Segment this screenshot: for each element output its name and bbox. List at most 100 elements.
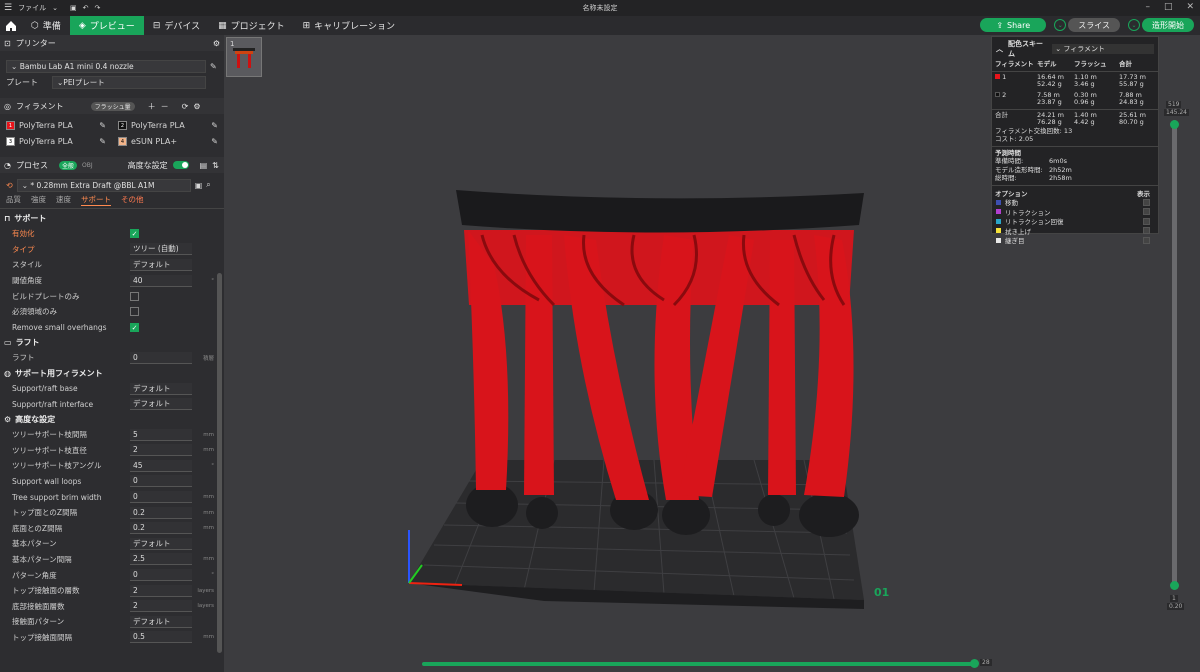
tab-project[interactable]: ▦ プロジェクト	[209, 16, 294, 35]
setting-value[interactable]: 0.2	[130, 522, 192, 535]
setting-unit: layers	[197, 603, 214, 610]
share-button[interactable]: ⇪ Share	[980, 18, 1047, 32]
move-slider-thumb[interactable]	[970, 659, 979, 668]
setting-value[interactable]: 0	[130, 351, 192, 364]
slice-button[interactable]: スライス	[1068, 18, 1120, 32]
filament-item-4[interactable]: 4 eSUN PLA+ ✎	[112, 134, 224, 150]
setting-value[interactable]: 0	[130, 475, 192, 488]
setting-value[interactable]: デフォルト	[130, 258, 192, 271]
compare-icon[interactable]: ▤	[200, 161, 208, 170]
tab-strength[interactable]: 強度	[31, 194, 46, 205]
print-button[interactable]: 造形開始	[1142, 18, 1194, 32]
setting-value[interactable]: デフォルト	[130, 537, 192, 550]
print-dropdown[interactable]: ⌄	[1128, 19, 1140, 31]
legend-checkbox[interactable]	[1143, 208, 1150, 216]
save-icon[interactable]: ▣	[195, 181, 203, 190]
file-menu[interactable]: ファイル	[18, 3, 46, 13]
scheme-select[interactable]: ⌄ フィラメント	[1052, 44, 1154, 54]
setting-value[interactable]: 45	[130, 459, 192, 472]
advanced-toggle[interactable]	[172, 161, 189, 170]
tab-preview[interactable]: ◈ プレビュー	[69, 16, 144, 35]
tab-quality[interactable]: 品質	[6, 194, 21, 205]
setting-checkbox[interactable]: ✓	[130, 229, 139, 239]
setting-value[interactable]: 2.5	[130, 553, 192, 566]
tab-device[interactable]: ⊟ デバイス	[144, 16, 209, 35]
add-icon[interactable]: ＋	[148, 101, 156, 112]
setting-value[interactable]: 0	[130, 569, 192, 582]
setting-value[interactable]: 0	[130, 491, 192, 504]
setting-checkbox[interactable]	[130, 291, 139, 301]
maximize-icon[interactable]: □	[1164, 2, 1173, 12]
setting-value[interactable]: 0.2	[130, 506, 192, 519]
legend-checkbox[interactable]	[1143, 217, 1150, 225]
setting-value[interactable]: 2	[130, 600, 192, 613]
chevron-down-icon[interactable]: ⌄	[52, 4, 58, 12]
tab-speed[interactable]: 速度	[56, 194, 71, 205]
filament-item-2[interactable]: 2 PolyTerra PLA ✎	[112, 118, 224, 134]
setting-row: 有効化 ✓	[0, 226, 224, 242]
filament-color-swatch[interactable]: 3	[6, 137, 15, 147]
legend-checkbox[interactable]	[1143, 198, 1150, 206]
slice-dropdown[interactable]: ⌄	[1054, 19, 1067, 31]
sidebar-scrollbar[interactable]	[217, 273, 222, 653]
layer-slider-bottom-thumb[interactable]	[1170, 581, 1179, 590]
filament-item-1[interactable]: 1 PolyTerra PLA ✎	[0, 118, 112, 134]
flush-volume-button[interactable]: フラッシュ量	[90, 101, 135, 111]
filament-color-swatch[interactable]: 1	[6, 121, 15, 131]
layer-slider-top-thumb[interactable]	[1170, 120, 1179, 129]
setting-checkbox[interactable]: ✓	[130, 322, 139, 332]
reset-icon[interactable]: ⟲	[6, 181, 13, 190]
collapse-icon[interactable]: ︿	[996, 44, 1003, 54]
printer-select[interactable]: ⌄ Bambu Lab A1 mini 0.4 nozzle	[6, 60, 206, 74]
tab-calibration[interactable]: ⊞ キャリブレーション	[294, 16, 404, 35]
gear-icon[interactable]: ⚙	[213, 39, 220, 48]
layer-slider[interactable]	[1170, 120, 1179, 590]
redo-icon[interactable]: ↷	[94, 4, 100, 12]
move-slider[interactable]	[422, 659, 979, 668]
tab-others[interactable]: その他	[121, 194, 144, 205]
setting-value[interactable]: デフォルト	[130, 398, 192, 411]
legend-label: 継ぎ目	[1005, 237, 1025, 246]
setting-value[interactable]: 2	[130, 444, 192, 457]
sync-icon[interactable]: ⟳	[182, 102, 189, 111]
minimize-icon[interactable]: –	[1145, 2, 1150, 12]
edit-icon[interactable]: ✎	[211, 121, 218, 130]
filament-color-swatch[interactable]: 2	[118, 121, 127, 131]
filament-color-swatch[interactable]: 4	[118, 137, 127, 147]
global-toggle[interactable]: 全般	[58, 160, 77, 170]
remove-icon[interactable]: －	[161, 101, 169, 112]
home-icon[interactable]	[0, 16, 22, 35]
legend-checkbox[interactable]	[1143, 236, 1150, 244]
search-icon[interactable]: ⌕	[206, 180, 210, 190]
advanced-icon: ⚙	[4, 414, 12, 424]
save-icon[interactable]: ▣	[70, 4, 77, 12]
setting-value[interactable]: ツリー (自動)	[130, 243, 192, 256]
plate-select[interactable]: ⌄ PEIプレート	[52, 75, 206, 89]
edit-icon[interactable]: ✎	[211, 137, 218, 146]
tab-prepare[interactable]: ⬡ 準備	[22, 16, 70, 35]
setting-value[interactable]: 2	[130, 584, 192, 597]
legend-checkbox[interactable]	[1143, 227, 1150, 235]
process-subtabs: 品質 強度 速度 サポート その他	[0, 193, 224, 207]
setting-value[interactable]: 5	[130, 428, 192, 441]
gear-icon[interactable]: ⚙	[193, 102, 200, 111]
setting-checkbox[interactable]	[130, 307, 139, 317]
filament-item-3[interactable]: 3 PolyTerra PLA ✎	[0, 134, 112, 150]
move-slider-value: 28	[980, 659, 992, 666]
legend-item: リトラクション回復	[992, 217, 1158, 226]
close-icon[interactable]: ✕	[1186, 2, 1194, 12]
object-toggle[interactable]: OBJ	[82, 162, 93, 169]
setting-value[interactable]: デフォルト	[130, 382, 192, 395]
undo-icon[interactable]: ↶	[83, 4, 89, 12]
setting-value[interactable]: 0.5	[130, 631, 192, 644]
menu-icon[interactable]: ☰	[4, 3, 12, 13]
process-preset-select[interactable]: ⌄ * 0.28mm Extra Draft @BBL A1M	[16, 178, 191, 192]
tab-support[interactable]: サポート	[81, 194, 111, 206]
setting-value[interactable]: デフォルト	[130, 615, 192, 628]
tune-icon[interactable]: ⇅	[212, 161, 219, 170]
preview-viewport[interactable]: 1 01 ︿ 配色スキーム ⌄ フィラメント フィラメント モデル フラッシュ …	[224, 35, 1200, 672]
edit-icon[interactable]: ✎	[210, 62, 217, 71]
setting-value[interactable]: 40	[130, 274, 192, 287]
edit-icon[interactable]: ✎	[99, 121, 106, 130]
edit-icon[interactable]: ✎	[99, 137, 106, 146]
